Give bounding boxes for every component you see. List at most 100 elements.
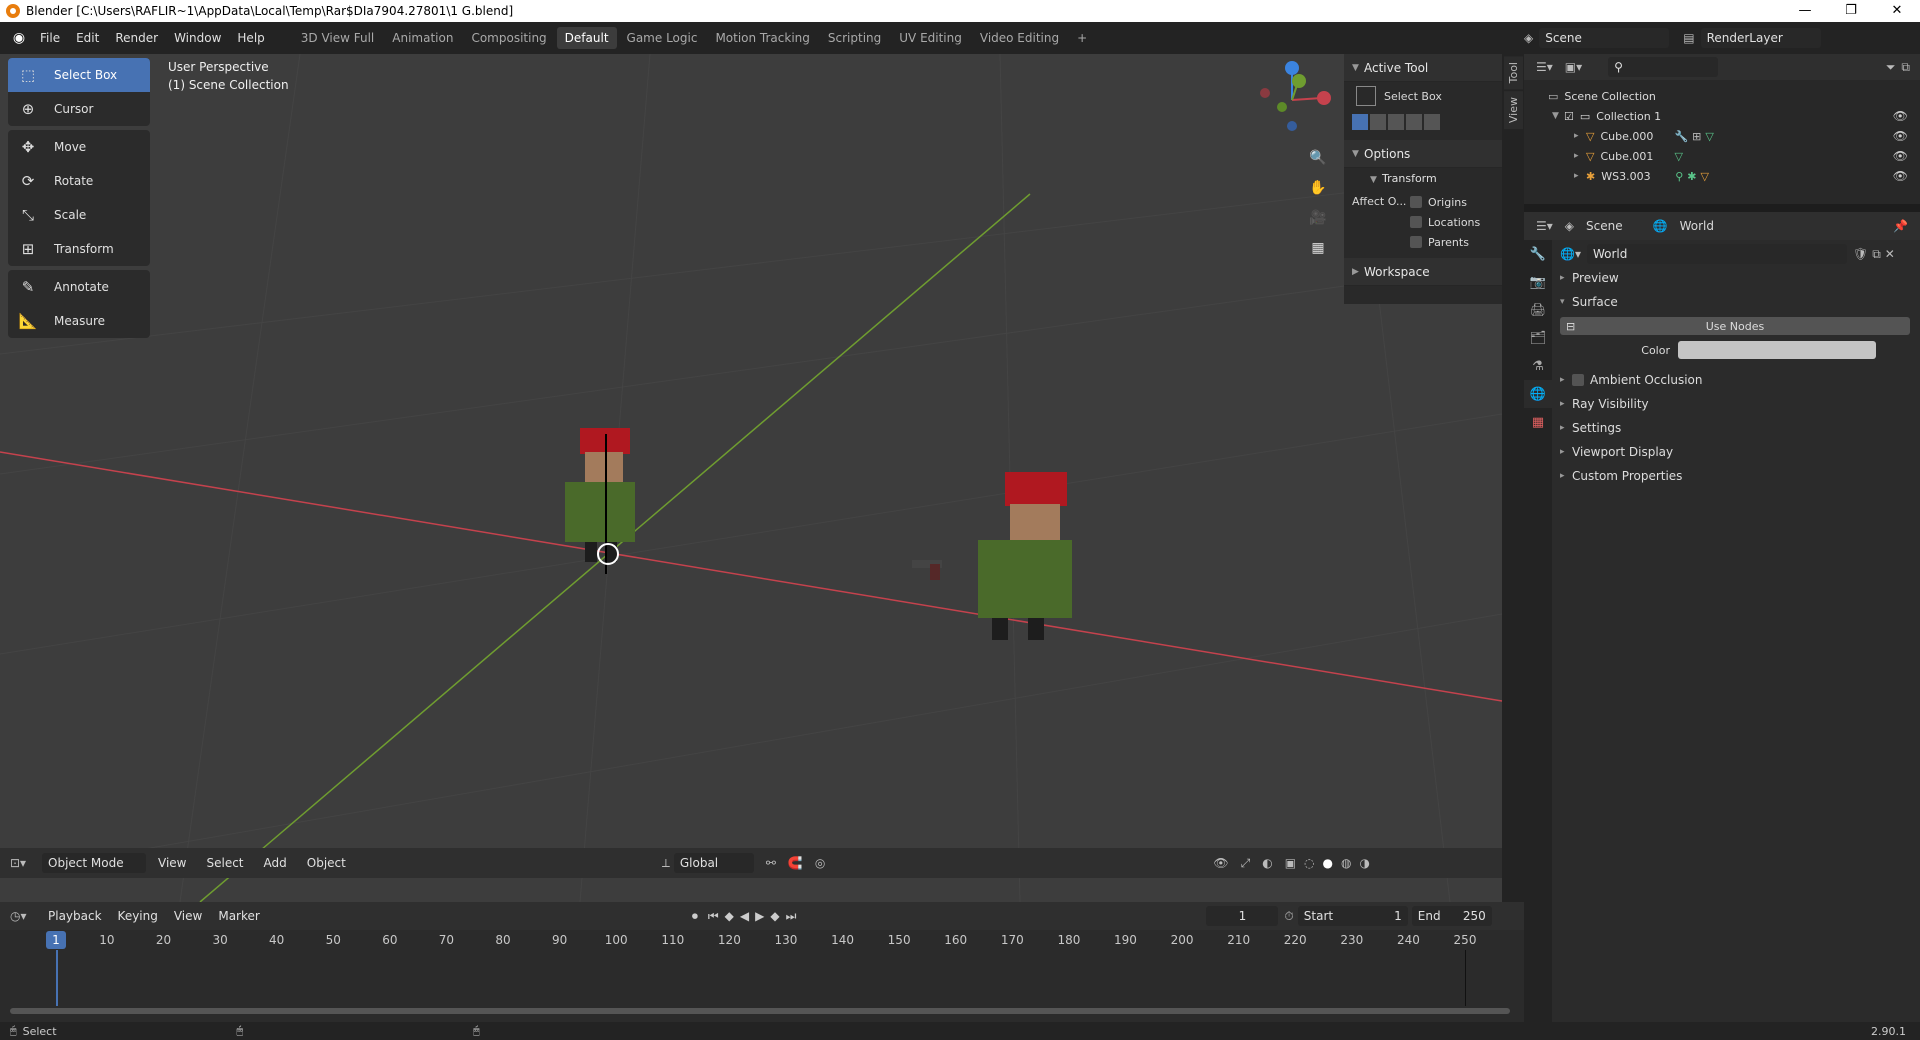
next-keyframe-icon[interactable]: ◆ xyxy=(770,909,779,923)
shading-rendered-icon[interactable]: ◑ xyxy=(1359,856,1369,870)
keying-menu[interactable]: Keying xyxy=(110,902,166,930)
mode-invert-icon[interactable] xyxy=(1406,114,1422,130)
locations-checkbox[interactable]: Locations xyxy=(1410,212,1480,232)
use-nodes-button[interactable]: ⊟ Use Nodes xyxy=(1560,317,1910,335)
menu-window[interactable]: Window xyxy=(166,22,229,54)
visibility-icon[interactable]: 👁 xyxy=(1213,856,1228,870)
outliner-search-input[interactable]: ⚲ xyxy=(1608,57,1719,77)
menu-edit[interactable]: Edit xyxy=(68,22,107,54)
zoom-icon[interactable]: 🔍 xyxy=(1306,146,1330,170)
display-mode-icon[interactable]: ▣▾ xyxy=(1565,60,1582,74)
tool-tab-icon[interactable]: 🔧 xyxy=(1524,240,1552,268)
neg-x-axis-icon[interactable] xyxy=(1260,88,1270,98)
record-icon[interactable]: ⏺ xyxy=(692,909,698,924)
duplicate-icon[interactable]: ⧉ xyxy=(1872,247,1881,262)
transform-orientation-dropdown[interactable]: Global xyxy=(673,853,754,873)
mode-subtract-icon[interactable] xyxy=(1388,114,1404,130)
timeline-area[interactable]: 1 10 20 30 40 50 60 70 80 90 100 110 120 130 140 150 16… xyxy=(0,930,1524,1022)
pin-icon[interactable]: 📌 xyxy=(1893,219,1908,233)
shading-material-icon[interactable]: ◍ xyxy=(1341,856,1351,870)
parents-checkbox[interactable]: Parents xyxy=(1410,232,1480,252)
neg-y-axis-icon[interactable] xyxy=(1277,102,1287,112)
tab-3d-view-full[interactable]: 3D View Full xyxy=(293,27,383,49)
eye-icon[interactable]: 👁 xyxy=(1893,109,1908,123)
menu-file[interactable]: File xyxy=(32,22,68,54)
preview-range-icon[interactable]: ⏱ xyxy=(1284,909,1293,924)
tool-transform[interactable]: ⊞ Transform xyxy=(8,232,150,266)
section-settings[interactable]: ▸ Settings xyxy=(1552,416,1920,440)
section-ambient-occlusion[interactable]: ▸ Ambient Occlusion xyxy=(1552,368,1920,392)
section-viewport-display[interactable]: ▸ Viewport Display xyxy=(1552,440,1920,464)
tool-select-box[interactable]: ⬚ Select Box xyxy=(8,58,150,92)
maximize-button[interactable]: ❐ xyxy=(1828,0,1874,22)
scene-field[interactable]: Scene xyxy=(1539,28,1670,48)
options-header[interactable]: ▼ Options xyxy=(1344,140,1502,168)
close-button[interactable]: ✕ xyxy=(1874,0,1920,22)
menu-add[interactable]: Add xyxy=(256,849,295,877)
filter-icon[interactable]: ⏷ xyxy=(1886,60,1896,75)
current-frame-field[interactable]: 1 xyxy=(1206,906,1279,926)
object-mode-dropdown[interactable]: Object Mode xyxy=(42,853,146,873)
proportional-edit-icon[interactable]: ◎ xyxy=(815,856,825,870)
tool-move[interactable]: ✥ Move xyxy=(8,130,150,164)
tab-game-logic[interactable]: Game Logic xyxy=(619,27,706,49)
world-name-field[interactable]: World xyxy=(1586,244,1847,264)
tool-rotate[interactable]: ⟳ Rotate xyxy=(8,164,150,198)
pivot-icon[interactable]: ⚯ xyxy=(766,856,776,870)
unlink-icon[interactable]: ✕ xyxy=(1885,247,1895,261)
minimize-button[interactable]: — xyxy=(1782,0,1828,22)
ambient-occlusion-checkbox[interactable] xyxy=(1572,374,1584,386)
section-ray-visibility[interactable]: ▸ Ray Visibility xyxy=(1552,392,1920,416)
outliner-item-ws3-003[interactable]: ▸ ✱ WS3.003 ⚲ ✱ ▽ 👁 xyxy=(1524,166,1920,186)
section-surface[interactable]: ▾ Surface xyxy=(1552,290,1920,314)
eye-icon[interactable]: 👁 xyxy=(1893,129,1908,143)
tool-scale[interactable]: ⤡ Scale xyxy=(8,198,150,232)
add-workspace-button[interactable]: + xyxy=(1073,31,1091,45)
tab-video-editing[interactable]: Video Editing xyxy=(972,27,1067,49)
texture-tab-icon[interactable]: ▦ xyxy=(1524,408,1552,436)
collection-checkbox-icon[interactable]: ☑ xyxy=(1564,110,1574,123)
x-axis-icon[interactable] xyxy=(1317,91,1331,105)
workspace-header[interactable]: ▶ Workspace xyxy=(1344,258,1502,286)
xray-icon[interactable]: ▣ xyxy=(1285,856,1296,870)
tab-animation[interactable]: Animation xyxy=(384,27,461,49)
world-datablock-icon[interactable]: 🌐▾ xyxy=(1560,247,1581,261)
current-frame-indicator[interactable]: 1 xyxy=(46,931,66,949)
snap-icon[interactable]: 🧲 xyxy=(788,856,803,870)
marker-menu[interactable]: Marker xyxy=(210,902,267,930)
tool-annotate[interactable]: ✎ Annotate xyxy=(8,270,150,304)
eye-icon[interactable]: 👁 xyxy=(1893,169,1908,183)
camera-view-icon[interactable]: 🎥 xyxy=(1306,206,1330,230)
properties-world-label[interactable]: World xyxy=(1680,219,1714,233)
tab-compositing[interactable]: Compositing xyxy=(463,27,554,49)
neg-z-axis-icon[interactable] xyxy=(1287,121,1297,131)
jump-start-icon[interactable]: ⏮ xyxy=(708,909,719,924)
tab-tool[interactable]: Tool xyxy=(1504,56,1523,90)
timeline-scrollbar[interactable] xyxy=(10,1008,1510,1014)
mode-intersect-icon[interactable] xyxy=(1424,114,1440,130)
outliner-collection-1[interactable]: ▼ ☑ ▭ Collection 1 👁 xyxy=(1524,106,1920,126)
tab-view[interactable]: View xyxy=(1504,91,1523,130)
timeline-editor-icon[interactable]: ◷▾ xyxy=(10,909,40,923)
render-tab-icon[interactable]: 📷 xyxy=(1524,268,1552,296)
mode-extend-icon[interactable] xyxy=(1370,114,1386,130)
navigation-gizmo[interactable] xyxy=(1252,60,1332,140)
menu-help[interactable]: Help xyxy=(229,22,272,54)
play-reverse-icon[interactable]: ◀ xyxy=(740,909,749,923)
output-tab-icon[interactable]: 🖨 xyxy=(1524,296,1552,324)
view-layer-tab-icon[interactable]: 🗂 xyxy=(1524,324,1552,352)
pan-hand-icon[interactable]: ✋ xyxy=(1306,176,1330,200)
outliner-scene-collection[interactable]: ▭ Scene Collection xyxy=(1524,86,1920,106)
menu-view[interactable]: View xyxy=(150,849,194,877)
world-color-swatch[interactable] xyxy=(1678,341,1876,359)
transform-subheader[interactable]: ▼ Transform xyxy=(1344,168,1502,190)
fake-user-icon[interactable]: 🛡 xyxy=(1853,247,1868,261)
overlays-icon[interactable]: ◐ xyxy=(1262,856,1272,870)
3d-viewport[interactable]: ⬚ Select Box ⊕ Cursor ✥ Move ⟳ Rotate ⤡ Scale… xyxy=(0,54,1502,902)
mode-new-icon[interactable] xyxy=(1352,114,1368,130)
shading-solid-icon[interactable]: ● xyxy=(1323,856,1333,870)
properties-scene-label[interactable]: Scene xyxy=(1586,219,1623,233)
outliner-item-cube-001[interactable]: ▸ ▽ Cube.001 ▽ 👁 xyxy=(1524,146,1920,166)
jump-end-icon[interactable]: ⏭ xyxy=(786,909,797,924)
scene-tab-icon[interactable]: ⚗ xyxy=(1524,352,1552,380)
